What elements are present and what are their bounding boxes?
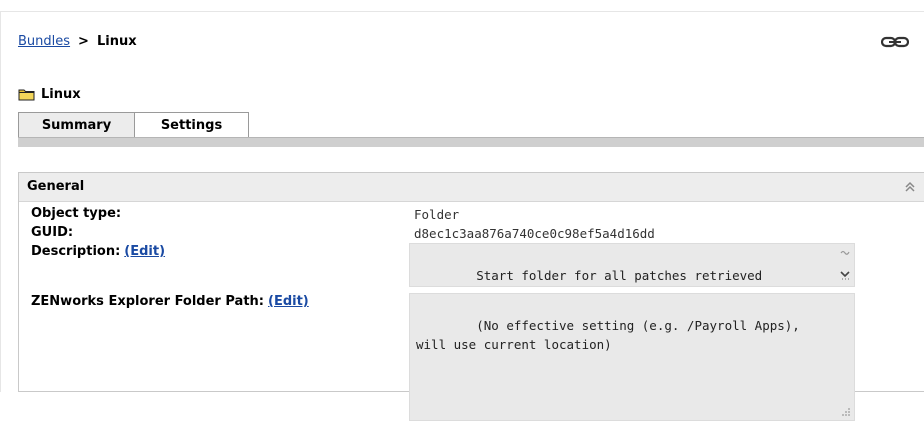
panel-header: General bbox=[19, 173, 924, 202]
description-label: Description: (Edit) bbox=[31, 244, 165, 259]
tab-bar: Summary Settings bbox=[18, 112, 249, 137]
page-title: Linux bbox=[18, 87, 81, 102]
tab-underline bbox=[18, 137, 924, 147]
page-title-text: Linux bbox=[41, 87, 81, 102]
breadcrumb: Bundles > Linux bbox=[18, 34, 137, 49]
guid-label: GUID: bbox=[31, 225, 74, 240]
general-panel: General Object type: Folder GUID: d8ec1c… bbox=[18, 172, 924, 421]
resize-grip-icon[interactable] bbox=[841, 407, 851, 417]
link-icon[interactable] bbox=[881, 36, 909, 48]
left-border bbox=[0, 11, 1, 392]
folder-path-label-text: ZENworks Explorer Folder Path: bbox=[31, 294, 264, 309]
guid-value: d8ec1c3aa876a740ce0c98ef5a4d16dd bbox=[414, 226, 655, 241]
breadcrumb-current: Linux bbox=[96, 34, 137, 49]
description-value: Start folder for all patches retrieved f… bbox=[476, 268, 763, 283]
tab-summary[interactable]: Summary bbox=[18, 112, 135, 137]
breadcrumb-bundles-link[interactable]: Bundles bbox=[18, 34, 70, 49]
object-type-value: Folder bbox=[414, 207, 460, 222]
description-textarea[interactable]: Start folder for all patches retrieved f… bbox=[409, 243, 855, 287]
folder-path-value: (No effective setting (e.g. /Payroll App… bbox=[416, 318, 800, 352]
folder-path-edit-link[interactable]: (Edit) bbox=[268, 294, 309, 309]
panel-title: General bbox=[27, 179, 85, 194]
top-border bbox=[0, 11, 924, 12]
description-edit-link[interactable]: (Edit) bbox=[124, 244, 165, 259]
description-label-text: Description: bbox=[31, 244, 121, 259]
double-chevron-up-icon[interactable] bbox=[904, 181, 916, 193]
object-type-label: Object type: bbox=[31, 206, 122, 221]
scrollbar[interactable] bbox=[838, 246, 852, 282]
folder-icon bbox=[18, 89, 35, 101]
tab-settings[interactable]: Settings bbox=[135, 112, 249, 137]
folder-path-textarea[interactable]: (No effective setting (e.g. /Payroll App… bbox=[409, 293, 855, 421]
page-frame: Bundles > Linux Linux Summary Settings Gen… bbox=[0, 0, 924, 421]
breadcrumb-separator: > bbox=[78, 34, 89, 49]
folder-path-label: ZENworks Explorer Folder Path: (Edit) bbox=[31, 294, 309, 309]
